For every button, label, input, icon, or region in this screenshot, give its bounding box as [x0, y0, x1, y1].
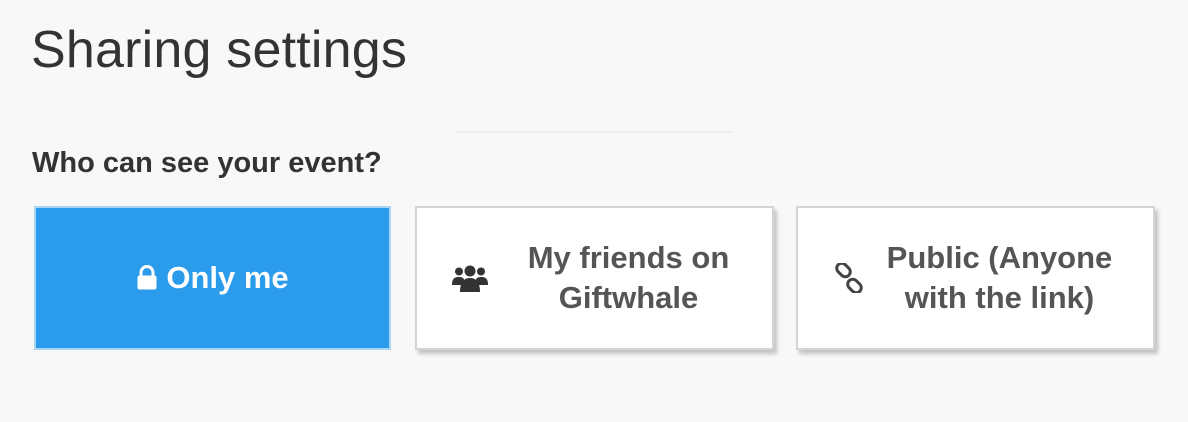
link-icon: [834, 263, 864, 293]
option-public-button[interactable]: Public (Anyone with the link): [796, 206, 1155, 350]
option-friends-label: My friends on Giftwhale: [527, 240, 730, 315]
divider: [455, 131, 733, 133]
lock-icon: [136, 265, 158, 291]
page-title: Sharing settings: [31, 21, 408, 79]
users-icon: [451, 263, 488, 293]
option-public-label: Public (Anyone with the link): [886, 240, 1113, 315]
option-only-me-button[interactable]: Only me: [34, 206, 391, 350]
option-only-me-label: Only me: [166, 260, 289, 295]
option-friends-button[interactable]: My friends on Giftwhale: [415, 206, 774, 350]
visibility-question: Who can see your event?: [32, 147, 382, 179]
